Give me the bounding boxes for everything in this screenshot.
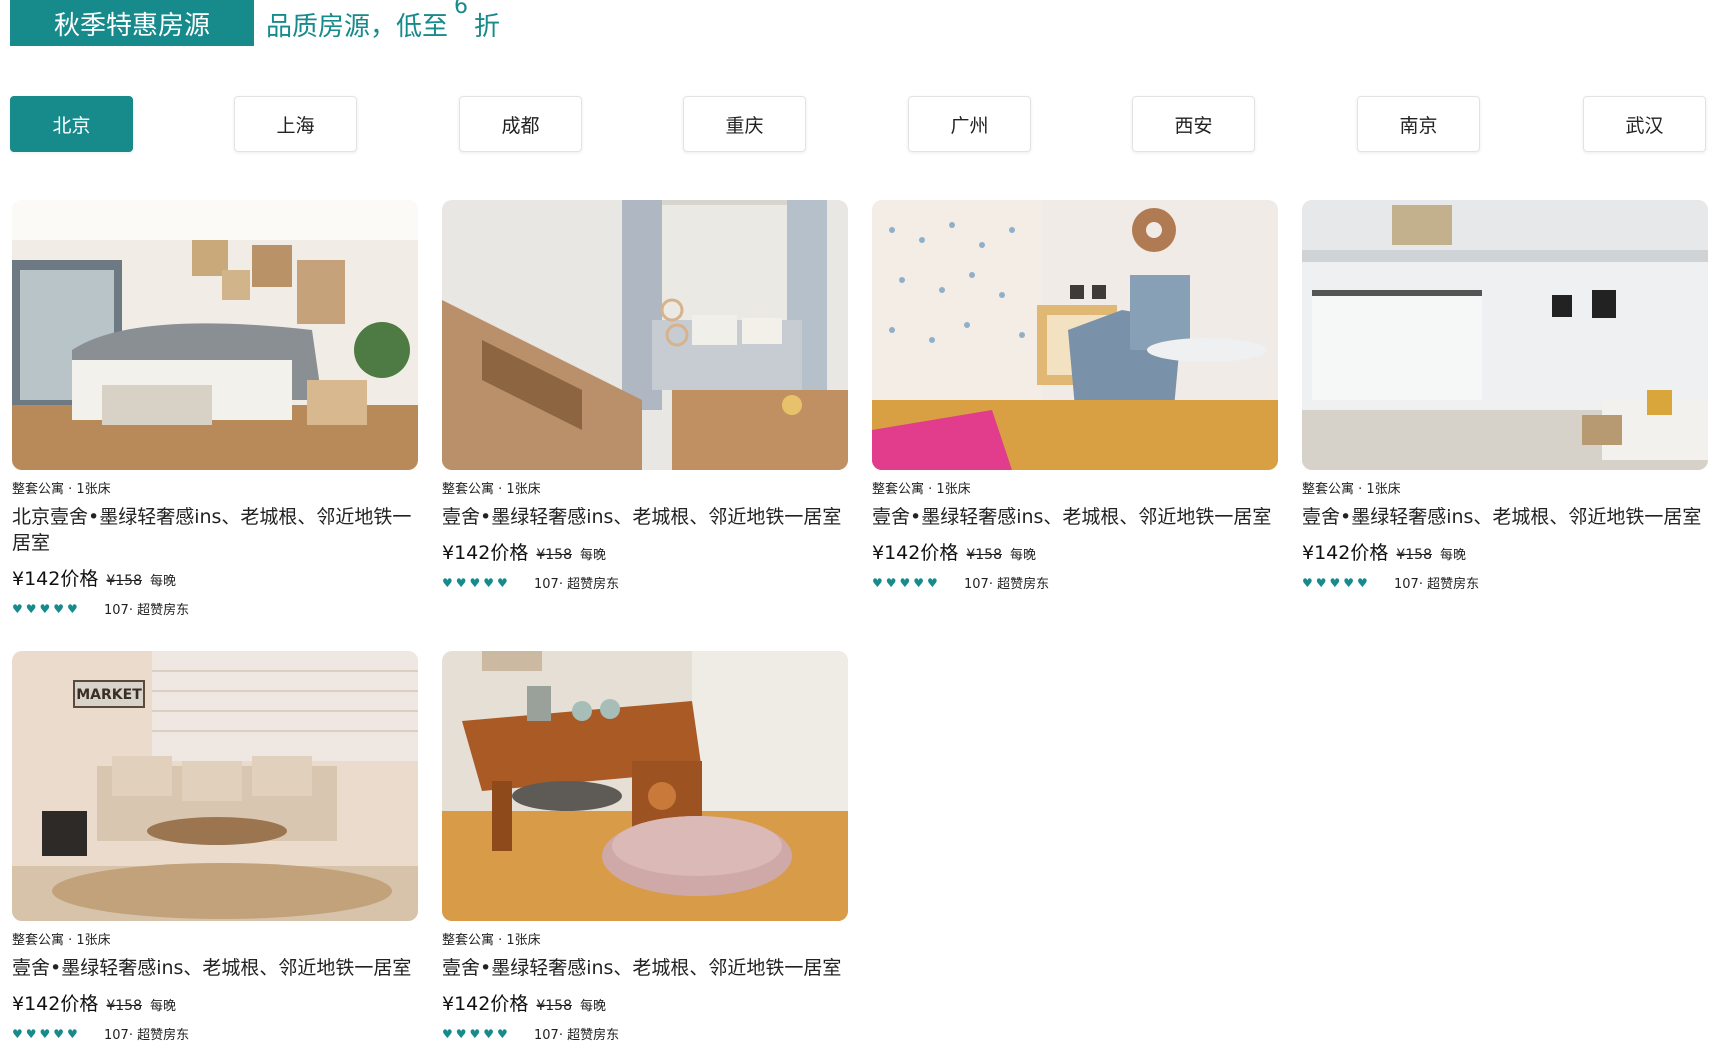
listing-card[interactable]: 整套公寓 · 1张床 壹舍•墨绿轻奢感ins、老城根、邻近地铁一居室 ¥142价… [442, 651, 848, 1043]
listing-title[interactable]: 壹舍•墨绿轻奢感ins、老城根、邻近地铁一居室 [442, 955, 848, 981]
heart-icons: ♥♥♥♥♥ [442, 1026, 511, 1041]
price-current: ¥142价格 [12, 993, 99, 1015]
rating-text: 107· 超赞房东 [534, 1028, 620, 1043]
rating-text: 107· 超赞房东 [104, 603, 190, 618]
listing-title[interactable]: 壹舍•墨绿轻奢感ins、老城根、邻近地铁一居室 [442, 504, 848, 530]
price-unit: 每晚 [150, 999, 177, 1014]
listing-rating: ♥♥♥♥♥ 107· 超赞房东 [1302, 573, 1708, 593]
listing-type: 整套公寓 · 1张床 [12, 482, 111, 497]
rating-text: 107· 超赞房东 [534, 577, 620, 592]
listing-photo[interactable] [442, 651, 848, 921]
promo-header: 秋季特惠房源 品质房源，低至 6 折 [10, 0, 500, 46]
price-unit: 每晚 [580, 999, 607, 1014]
listing-photo[interactable]: MARKET [12, 651, 418, 921]
listing-type: 整套公寓 · 1张床 [872, 482, 971, 497]
price-original: ¥158 [106, 573, 142, 589]
listing-type: 整套公寓 · 1张床 [442, 482, 541, 497]
listing-card[interactable]: 整套公寓 · 1张床 壹舍•墨绿轻奢感ins、老城根、邻近地铁一居室 ¥142价… [1302, 200, 1708, 592]
listing-price: ¥142价格 ¥158 每晚 [12, 989, 418, 1016]
rating-text: 107· 超赞房东 [964, 577, 1050, 592]
heart-icons: ♥♥♥♥♥ [12, 601, 81, 616]
listing-rating: ♥♥♥♥♥ 107· 超赞房东 [442, 573, 848, 593]
listing-card[interactable]: 整套公寓 · 1张床 北京壹舍•墨绿轻奢感ins、老城根、邻近地铁一居室 ¥14… [12, 200, 418, 618]
listing-title[interactable]: 壹舍•墨绿轻奢感ins、老城根、邻近地铁一居室 [872, 504, 1278, 530]
tagline-suffix: 折 [474, 12, 501, 42]
heart-icons: ♥♥♥♥♥ [1302, 575, 1371, 590]
listing-title[interactable]: 壹舍•墨绿轻奢感ins、老城根、邻近地铁一居室 [12, 955, 418, 981]
rating-text: 107· 超赞房东 [1394, 577, 1480, 592]
tab-nanjing[interactable]: 南京 [1357, 96, 1480, 152]
price-current: ¥142价格 [442, 993, 529, 1015]
price-unit: 每晚 [1440, 548, 1467, 563]
listing-photo[interactable] [442, 200, 848, 470]
listing-type: 整套公寓 · 1张床 [1302, 482, 1401, 497]
tagline-discount: 6 [454, 0, 469, 19]
tab-wuhan[interactable]: 武汉 [1583, 96, 1706, 152]
promo-badge: 秋季特惠房源 [10, 0, 254, 46]
price-original: ¥158 [1396, 547, 1432, 563]
listing-type: 整套公寓 · 1张床 [442, 933, 541, 948]
tab-chongqing[interactable]: 重庆 [683, 96, 806, 152]
market-sign-text: MARKET [76, 687, 142, 703]
listing-price: ¥142价格 ¥158 每晚 [442, 538, 848, 565]
tab-xian[interactable]: 西安 [1132, 96, 1255, 152]
listing-price: ¥142价格 ¥158 每晚 [12, 564, 418, 591]
tagline-prefix: 品质房源，低至 [266, 12, 449, 42]
listing-photo[interactable] [872, 200, 1278, 470]
price-current: ¥142价格 [442, 542, 529, 564]
price-current: ¥142价格 [872, 542, 959, 564]
price-original: ¥158 [106, 998, 142, 1014]
listing-price: ¥142价格 ¥158 每晚 [872, 538, 1278, 565]
price-unit: 每晚 [1010, 548, 1037, 563]
listing-photo[interactable] [12, 200, 418, 470]
listing-title[interactable]: 北京壹舍•墨绿轻奢感ins、老城根、邻近地铁一居室 [12, 504, 418, 556]
price-unit: 每晚 [150, 574, 177, 589]
listing-rating: ♥♥♥♥♥ 107· 超赞房东 [442, 1024, 848, 1044]
listing-rating: ♥♥♥♥♥ 107· 超赞房东 [12, 599, 418, 619]
price-original: ¥158 [966, 547, 1002, 563]
tab-chengdu[interactable]: 成都 [459, 96, 582, 152]
listing-card[interactable]: 整套公寓 · 1张床 壹舍•墨绿轻奢感ins、老城根、邻近地铁一居室 ¥142价… [872, 200, 1278, 592]
promo-tagline: 品质房源，低至 6 折 [266, 0, 500, 46]
heart-icons: ♥♥♥♥♥ [12, 1026, 81, 1041]
listing-title[interactable]: 壹舍•墨绿轻奢感ins、老城根、邻近地铁一居室 [1302, 504, 1708, 530]
listing-photo[interactable] [1302, 200, 1708, 470]
heart-icons: ♥♥♥♥♥ [872, 575, 941, 590]
tab-guangzhou[interactable]: 广州 [908, 96, 1031, 152]
listing-type: 整套公寓 · 1张床 [12, 933, 111, 948]
price-current: ¥142价格 [1302, 542, 1389, 564]
price-original: ¥158 [536, 547, 572, 563]
listing-rating: ♥♥♥♥♥ 107· 超赞房东 [12, 1024, 418, 1044]
listing-price: ¥142价格 ¥158 每晚 [442, 989, 848, 1016]
price-original: ¥158 [536, 998, 572, 1014]
tab-shanghai[interactable]: 上海 [234, 96, 357, 152]
rating-text: 107· 超赞房东 [104, 1028, 190, 1043]
price-current: ¥142价格 [12, 568, 99, 590]
heart-icons: ♥♥♥♥♥ [442, 575, 511, 590]
listing-price: ¥142价格 ¥158 每晚 [1302, 538, 1708, 565]
listing-rating: ♥♥♥♥♥ 107· 超赞房东 [872, 573, 1278, 593]
listing-card[interactable]: MARKET 整套公寓 · 1张床 壹舍•墨绿轻奢感ins、老城根、邻近地铁一居… [12, 651, 418, 1043]
city-tabs: 北京 上海 成都 重庆 广州 西安 南京 武汉 [10, 96, 1706, 152]
listing-card[interactable]: 整套公寓 · 1张床 壹舍•墨绿轻奢感ins、老城根、邻近地铁一居室 ¥142价… [442, 200, 848, 592]
price-unit: 每晚 [580, 548, 607, 563]
tab-beijing[interactable]: 北京 [10, 96, 133, 152]
